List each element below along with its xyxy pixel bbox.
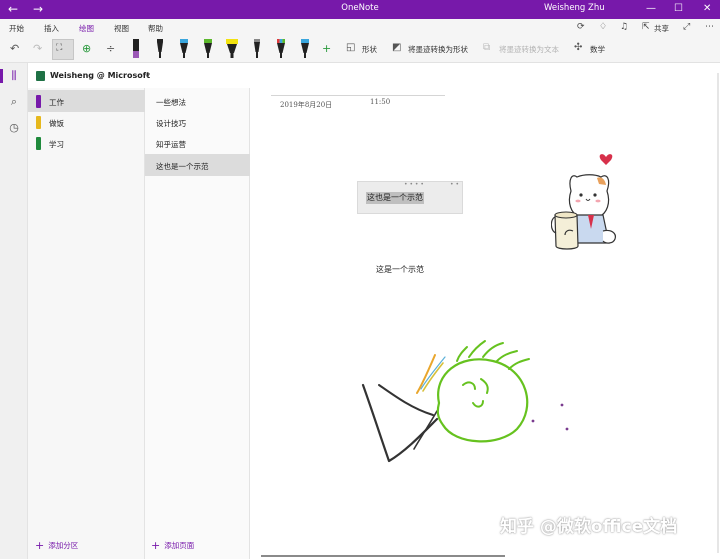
notebook-icon: [36, 71, 45, 81]
selected-note-text[interactable]: 这也是一个示范: [366, 192, 424, 204]
section-cooking[interactable]: 做饭: [28, 111, 145, 133]
title-bar: ← → OneNote Weisheng Zhu — ☐ ✕: [0, 0, 720, 19]
vertical-scrollbar[interactable]: [717, 73, 719, 553]
share-button[interactable]: 共享: [654, 23, 669, 34]
page-label: 这也是一个示范: [156, 162, 209, 171]
more-options-icon[interactable]: ⋯: [705, 22, 714, 32]
notebooks-icon[interactable]: ⫼: [0, 69, 28, 83]
lasso-select-button[interactable]: ⛶: [52, 39, 74, 60]
shapes-icon: ◱: [346, 42, 356, 53]
pen-green-icon[interactable]: [202, 38, 214, 60]
horizontal-scrollbar[interactable]: [261, 555, 505, 557]
ink-to-text-button[interactable]: 将墨迹转换为文本: [499, 44, 559, 55]
pen-purple-icon[interactable]: [130, 38, 142, 60]
page-date: 2019年8月20日: [280, 101, 333, 109]
ribbon-tabs: 开始 插入 绘图 视图 帮助 ⟳ ♢ ♫ ⇱ 共享 ⤢ ⋯: [0, 19, 720, 38]
pen-cyan-icon[interactable]: [299, 38, 311, 60]
bell-icon[interactable]: ♫: [620, 22, 628, 32]
page-item[interactable]: 设计技巧: [145, 111, 250, 133]
recent-clock-icon[interactable]: ◷: [0, 121, 28, 134]
page-time: 11:50: [370, 98, 391, 106]
tab-help[interactable]: 帮助: [148, 23, 163, 34]
section-color-tab: [36, 116, 41, 129]
ink-to-text-icon: ⧉: [483, 42, 491, 53]
page-label: 知乎运营: [156, 140, 186, 149]
math-icon: ✣: [574, 42, 583, 53]
page-label: 一些想法: [156, 98, 186, 107]
page-canvas[interactable]: 2019年8月20日 11:50 • • • • • • 这也是一个示范 这是一…: [251, 63, 720, 559]
section-work[interactable]: 工作: [28, 90, 145, 112]
drag-handle-icon[interactable]: • • • •: [404, 182, 424, 188]
share-icon[interactable]: ⇱: [642, 22, 650, 32]
section-color-tab: [36, 137, 41, 150]
page-item[interactable]: 知乎运营: [145, 132, 250, 154]
section-label: 做饭: [49, 119, 64, 128]
section-study[interactable]: 学习: [28, 132, 145, 154]
page-label: 设计技巧: [156, 119, 186, 128]
note-text[interactable]: 这是一个示范: [376, 264, 424, 275]
lightbulb-icon[interactable]: ♢: [599, 22, 607, 32]
cat-sticker-image[interactable]: [551, 151, 636, 255]
maximize-icon[interactable]: ☐: [674, 2, 683, 16]
section-label: 学习: [49, 140, 64, 149]
add-page-label: 添加页面: [164, 541, 195, 550]
notebook-selector[interactable]: Weisheng @ Microsoft ⌄: [28, 63, 250, 88]
redo-icon[interactable]: ↷: [33, 42, 42, 56]
lasso-select-icon: ⛶: [56, 43, 63, 53]
tab-home[interactable]: 开始: [9, 23, 24, 34]
user-name[interactable]: Weisheng Zhu: [544, 3, 605, 13]
ink-to-shape-button[interactable]: 将墨迹转换为形状: [408, 44, 468, 55]
window-title: OneNote: [341, 3, 379, 13]
undo-icon[interactable]: ↶: [10, 42, 19, 56]
math-button[interactable]: 数学: [590, 44, 605, 55]
add-section-button[interactable]: + 添加分区: [35, 539, 78, 552]
note-container[interactable]: • • • • • • 这也是一个示范: [357, 181, 463, 214]
page-item[interactable]: 一些想法: [145, 90, 250, 112]
notebook-name: Weisheng @ Microsoft: [50, 71, 151, 80]
tab-view[interactable]: 视图: [114, 23, 129, 34]
shapes-button[interactable]: 形状: [362, 44, 377, 55]
add-page-button[interactable]: + 添加页面: [151, 539, 194, 552]
page-item-selected[interactable]: 这也是一个示范: [145, 154, 250, 176]
navigation-rail: ⫼ ⌕ ◷: [0, 63, 28, 559]
add-section-label: 添加分区: [48, 541, 79, 550]
ink-drawing[interactable]: [351, 333, 581, 473]
tab-insert[interactable]: 插入: [44, 23, 59, 34]
draw-toolbar: ↶ ↷ ⛶ ⊕ ÷ + ◱ 形状 ◩ 将墨迹转换为形状 ⧉ 将墨迹转换为文本 ✣…: [0, 36, 720, 63]
plus-icon: +: [151, 539, 161, 552]
sync-icon[interactable]: ⟳: [577, 22, 585, 32]
search-icon[interactable]: ⌕: [0, 95, 28, 109]
pen-black-icon[interactable]: [154, 38, 166, 60]
fullscreen-icon[interactable]: ⤢: [683, 22, 690, 32]
pages-pane: 一些想法 设计技巧 知乎运营 这也是一个示范 + 添加页面: [145, 88, 250, 559]
pen-gray-icon[interactable]: [251, 38, 263, 60]
close-icon[interactable]: ✕: [703, 2, 711, 16]
pen-blue-icon[interactable]: [178, 38, 190, 60]
section-color-tab: [36, 95, 41, 108]
section-label: 工作: [49, 98, 64, 107]
minimize-icon[interactable]: —: [646, 2, 656, 16]
tab-draw[interactable]: 绘图: [79, 23, 94, 38]
plus-icon: +: [35, 539, 45, 552]
add-pen-icon[interactable]: +: [322, 42, 331, 56]
highlighter-yellow-icon[interactable]: [226, 38, 238, 60]
container-menu-icon[interactable]: • •: [450, 182, 459, 188]
pen-galaxy-icon[interactable]: [275, 38, 287, 60]
insert-space-icon[interactable]: ÷: [106, 42, 115, 56]
chevron-down-icon: ⌄: [144, 70, 151, 79]
ink-to-shape-icon: ◩: [392, 42, 402, 53]
sections-pane: 工作 做饭 学习 + 添加分区: [28, 88, 145, 559]
page-date-line: 2019年8月20日 11:50: [271, 95, 445, 109]
add-space-icon[interactable]: ⊕: [82, 42, 91, 56]
watermark-text: 知乎 @微软office文档: [500, 517, 678, 537]
